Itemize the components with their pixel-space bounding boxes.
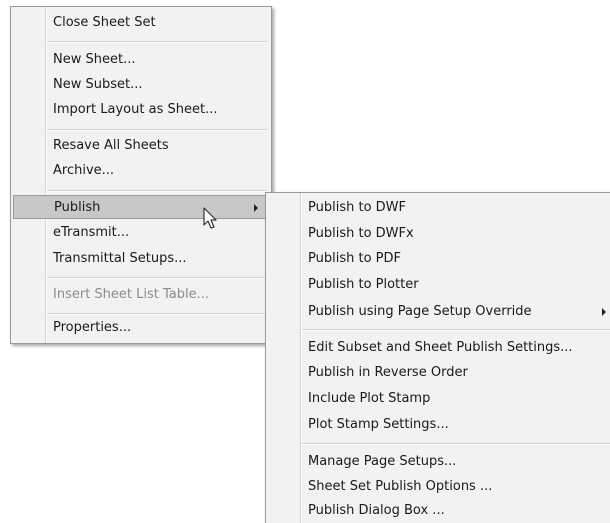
menu-item-label: New Sheet... [53,52,136,67]
menu-item-label: Manage Page Setups... [308,454,457,469]
submenu-item-edit-subset-and-sheet-publish-settings[interactable]: Edit Subset and Sheet Publish Settings..… [266,336,610,360]
menu-item-resave-all-sheets[interactable]: Resave All Sheets [11,134,271,158]
submenu-item-include-plot-stamp[interactable]: Include Plot Stamp [266,387,610,411]
menu-item-label: New Subset... [53,77,143,92]
menu-separator [47,190,267,192]
menu-item-label: Insert Sheet List Table... [53,287,210,302]
menu-separator [47,313,267,315]
menu-item-label: Publish in Reverse Order [308,365,468,380]
menu-item-label: Publish to PDF [308,251,401,266]
menu-item-label: Plot Stamp Settings... [308,417,449,432]
menu-item-new-sheet[interactable]: New Sheet... [11,48,271,72]
menu-item-label: Edit Subset and Sheet Publish Settings..… [308,340,573,355]
menu-item-label: Sheet Set Publish Options ... [308,479,493,494]
submenu-item-sheet-set-publish-options[interactable]: Sheet Set Publish Options ... [266,475,610,499]
menu-item-label: Include Plot Stamp [308,391,431,406]
menu-item-label: Transmittal Setups... [53,251,187,266]
submenu-item-plot-stamp-settings[interactable]: Plot Stamp Settings... [266,413,610,437]
menu-separator [47,41,267,43]
submenu-item-publish-dialog-box[interactable]: Publish Dialog Box ... [266,499,610,523]
submenu-item-manage-page-setups[interactable]: Manage Page Setups... [266,450,610,474]
menu-item-label: Publish to DWF [308,200,406,215]
submenu-item-publish-to-pdf[interactable]: Publish to PDF [266,247,610,271]
submenu-item-publish-using-page-setup-override[interactable]: Publish using Page Setup Override [266,300,610,324]
menu-separator [47,277,267,279]
submenu-item-publish-to-plotter[interactable]: Publish to Plotter [266,273,610,297]
menu-item-import-layout-as-sheet[interactable]: Import Layout as Sheet... [11,98,271,122]
menu-item-archive[interactable]: Archive... [11,159,271,183]
menu-item-properties[interactable]: Properties... [11,316,271,340]
menu-item-label: Publish to DWFx [308,226,414,241]
menu-item-label: Publish [54,200,101,215]
menu-item-etransmit[interactable]: eTransmit... [11,221,271,245]
submenu-item-publish-to-dwf[interactable]: Publish to DWF [266,196,610,220]
menu-item-label: Close Sheet Set [53,15,156,30]
submenu-item-publish-in-reverse-order[interactable]: Publish in Reverse Order [266,361,610,385]
menu-item-label: Publish to Plotter [308,277,419,292]
menu-separator [302,329,610,331]
menu-item-label: Import Layout as Sheet... [53,102,218,117]
menu-item-label: Archive... [53,163,115,178]
menu-item-transmittal-setups[interactable]: Transmittal Setups... [11,247,271,271]
sheet-set-context-menu: Close Sheet Set New Sheet... New Subset.… [10,6,272,344]
menu-item-insert-sheet-list-table: Insert Sheet List Table... [11,283,271,307]
publish-submenu: Publish to DWF Publish to DWFx Publish t… [265,192,610,523]
mouse-pointer-icon [203,207,217,229]
menu-item-label: eTransmit... [53,225,130,240]
menu-item-label: Publish using Page Setup Override [308,304,532,319]
menu-separator [302,443,610,445]
menu-item-new-subset[interactable]: New Subset... [11,73,271,97]
menu-item-publish[interactable]: Publish [13,195,269,219]
menu-item-label: Properties... [53,320,132,335]
menu-item-label: Publish Dialog Box ... [308,503,445,518]
menu-item-label: Resave All Sheets [53,138,169,153]
chevron-right-icon [602,308,606,316]
menu-item-close-sheet-set[interactable]: Close Sheet Set [11,11,271,35]
chevron-right-icon [254,204,258,212]
submenu-item-publish-to-dwfx[interactable]: Publish to DWFx [266,222,610,246]
menu-separator [47,129,267,131]
